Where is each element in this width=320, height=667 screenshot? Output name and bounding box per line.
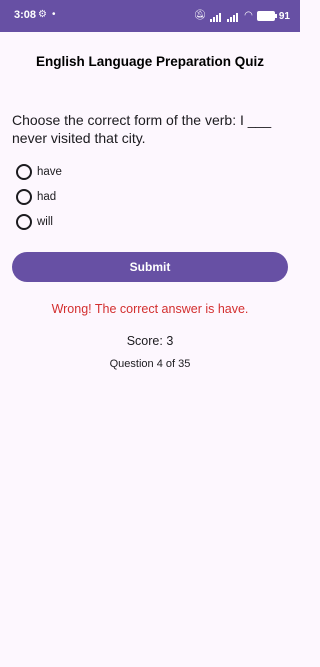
option-will[interactable]: will — [16, 213, 53, 231]
question-progress: Question 4 of 35 — [109, 358, 191, 370]
option-have[interactable]: have — [16, 163, 62, 181]
status-bar: 3:08 ⚙ • 🔕︎ ◠ 91 — [0, 0, 300, 32]
option-had[interactable]: had — [16, 188, 56, 206]
question-text: Choose the correct form of the verb: I _… — [12, 112, 272, 146]
score-text: Score: 3 — [126, 334, 174, 348]
more-notifications-icon: • — [52, 9, 56, 20]
signal-icon — [210, 11, 223, 22]
wifi-icon: ◠ — [244, 10, 253, 21]
status-time: 3:08 — [14, 9, 37, 21]
signal-icon-2 — [227, 11, 240, 22]
battery-level: 91 — [278, 10, 290, 22]
status-icons: 🔕︎ ◠ 91 — [193, 8, 290, 24]
option-label: will — [37, 216, 53, 228]
submit-button[interactable]: Submit — [12, 252, 288, 282]
radio-button[interactable] — [16, 214, 32, 230]
option-label: had — [37, 191, 57, 203]
feedback-message: Wrong! The correct answer is have. — [51, 302, 249, 316]
settings-icon: ⚙ — [38, 9, 47, 20]
page-title: English Language Preparation Quiz — [35, 54, 265, 69]
option-label: have — [37, 166, 62, 178]
radio-button[interactable] — [16, 189, 32, 205]
mute-icon: 🔕︎ — [193, 10, 207, 21]
battery-icon — [256, 11, 277, 21]
radio-button[interactable] — [16, 164, 32, 180]
